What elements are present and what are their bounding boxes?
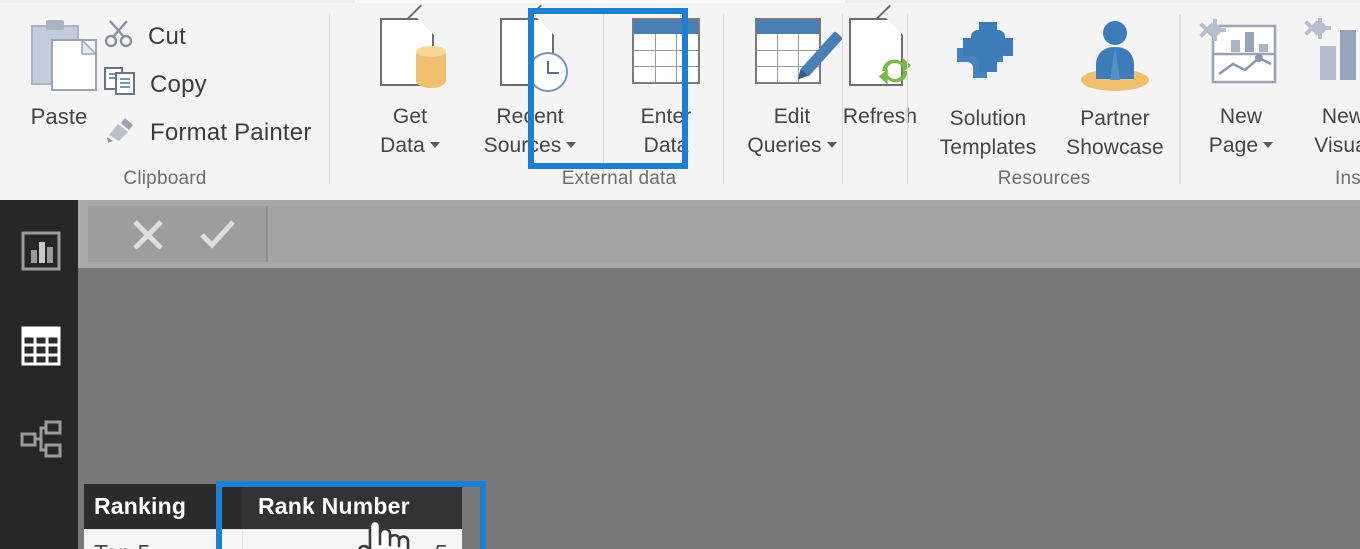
recent-sources-button[interactable]: Recent Sources (465, 18, 595, 160)
chevron-down-icon[interactable] (566, 141, 577, 148)
new-page-label: New Page (1209, 102, 1274, 160)
solution-templates-label: Solution Templates (939, 107, 1037, 159)
partner-showcase-label: Partner Showcase (1066, 107, 1164, 159)
copy-button[interactable]: Copy (104, 66, 207, 103)
paste-button[interactable]: Paste (12, 16, 106, 131)
new-visual-label: New Visual (1314, 105, 1360, 157)
new-visual-button[interactable]: New Visual (1290, 17, 1360, 160)
ribbon-group-resources: Solution Templates Partner Showcase Reso… (908, 4, 1180, 196)
new-page-button[interactable]: New Page (1188, 18, 1294, 160)
formula-action-zone (88, 206, 266, 262)
formula-input[interactable] (268, 206, 1360, 262)
column-divider (242, 529, 243, 549)
group-divider (1180, 14, 1181, 184)
get-data-label: Get Data (380, 102, 440, 160)
scissors-icon (104, 18, 134, 55)
solution-templates-button[interactable]: Solution Templates (922, 18, 1054, 162)
ribbon: Paste Cut Copy Format Painter Clipboard … (0, 0, 1360, 201)
resources-group-label: Resources (997, 168, 1091, 189)
paste-icon (14, 16, 104, 102)
ribbon-group-external-data: Get Data Recent Sources Enter Data Edit … (330, 4, 917, 196)
recent-sources-icon (500, 18, 568, 92)
hand-pointer-icon (358, 519, 410, 549)
table-grid-icon (21, 326, 61, 366)
check-icon (200, 220, 235, 249)
ribbon-top-edge-light (355, 0, 845, 3)
group-divider (723, 14, 724, 184)
person-icon (1076, 18, 1154, 92)
recent-sources-label: Recent Sources (484, 102, 577, 160)
enter-data-icon (632, 18, 700, 84)
group-divider (603, 14, 604, 184)
sidebar-item-report-view[interactable] (20, 230, 61, 271)
cut-button[interactable]: Cut (104, 18, 186, 55)
copy-label: Copy (150, 70, 207, 98)
bar-chart-icon (21, 231, 61, 271)
new-page-icon (1199, 18, 1283, 86)
partner-showcase-button[interactable]: Partner Showcase (1054, 18, 1176, 162)
refresh-icon (849, 18, 912, 90)
power-bi-window: Paste Cut Copy Format Painter Clipboard … (0, 0, 1360, 549)
get-data-button[interactable]: Get Data (357, 18, 463, 160)
cell-ranking[interactable]: Top 5 (84, 530, 242, 549)
ribbon-group-clipboard: Paste Cut Copy Format Painter Clipboard (0, 4, 330, 196)
external-data-group-label: External data (561, 168, 677, 189)
format-painter-button[interactable]: Format Painter (104, 114, 312, 151)
mouse-cursor (352, 512, 412, 549)
column-header-ranking[interactable]: Ranking (84, 484, 242, 529)
cut-label: Cut (148, 22, 186, 50)
chevron-down-icon[interactable] (429, 141, 440, 148)
puzzle-icon (949, 18, 1027, 92)
get-data-icon (380, 18, 446, 90)
view-switcher-sidebar (0, 200, 78, 549)
enter-data-button[interactable]: Enter Data (613, 18, 719, 160)
insert-group-label: Ins (1335, 168, 1360, 189)
cancel-edit-button[interactable] (130, 218, 166, 257)
enter-data-label: Enter Data (640, 105, 692, 157)
format-painter-label: Format Painter (150, 118, 312, 146)
relationships-icon (20, 420, 62, 458)
paste-label: Paste (30, 104, 88, 129)
chevron-down-icon[interactable] (826, 141, 837, 148)
main-area: Ranking Rank Number Top 5 5 Top 20 20 To… (0, 200, 1360, 549)
refresh-label: Refresh (842, 105, 918, 128)
ribbon-group-insert: New Page New Visu Ins (1180, 4, 1360, 196)
clipboard-group-label: Clipboard (123, 168, 207, 189)
chevron-down-icon[interactable] (1263, 141, 1274, 148)
copy-icon (104, 66, 136, 103)
x-icon (133, 220, 163, 250)
sidebar-item-data-view[interactable] (20, 325, 61, 366)
accept-edit-button[interactable] (198, 218, 238, 257)
format-painter-icon (104, 114, 136, 151)
new-visual-icon (1304, 17, 1360, 86)
formula-bar (78, 200, 1360, 268)
sidebar-item-model-view[interactable] (20, 418, 62, 458)
